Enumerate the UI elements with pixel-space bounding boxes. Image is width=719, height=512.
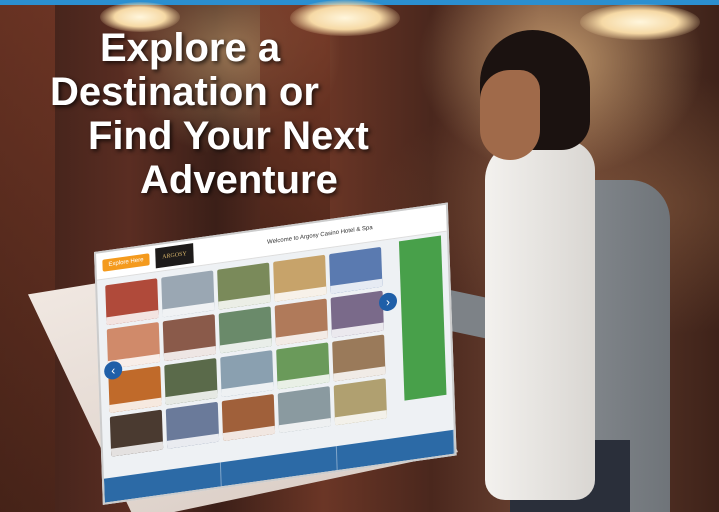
attraction-tile[interactable] xyxy=(165,401,220,449)
attraction-tile[interactable] xyxy=(218,306,273,354)
attraction-tile[interactable] xyxy=(273,254,327,302)
headline-line: Adventure xyxy=(140,158,338,202)
woman-figure xyxy=(407,30,670,512)
photo-scene: Explore a Destination or Find Your Next … xyxy=(0,0,719,512)
attraction-tile[interactable] xyxy=(221,393,276,442)
attraction-tile[interactable] xyxy=(333,378,388,426)
argosy-logo: ARGOSY xyxy=(155,243,194,269)
attraction-tile[interactable] xyxy=(161,270,215,318)
attraction-tile[interactable] xyxy=(332,334,386,382)
attraction-tile[interactable] xyxy=(277,386,332,434)
attraction-tile[interactable] xyxy=(217,262,271,310)
attraction-tile[interactable] xyxy=(105,278,159,326)
attraction-tile[interactable] xyxy=(330,290,384,338)
attraction-tile[interactable] xyxy=(329,246,383,294)
attraction-tile[interactable] xyxy=(164,357,218,406)
attraction-tile[interactable] xyxy=(220,350,274,398)
scarf xyxy=(485,140,595,500)
headline-line: Destination or xyxy=(50,70,319,114)
touchscreen-kiosk: Explore Here ARGOSY Welcome to Argosy Ca… xyxy=(28,202,458,512)
attraction-tile[interactable] xyxy=(274,298,329,346)
headline-line: Explore a xyxy=(100,26,281,70)
attraction-tile[interactable] xyxy=(276,342,330,390)
headline: Explore a Destination or Find Your Next … xyxy=(40,26,420,202)
kiosk-screen: Explore Here ARGOSY Welcome to Argosy Ca… xyxy=(94,202,457,505)
attraction-tile[interactable] xyxy=(109,409,164,457)
kiosk-sidebar[interactable] xyxy=(398,235,447,401)
explore-here-button[interactable]: Explore Here xyxy=(102,253,150,272)
face xyxy=(480,70,540,160)
attraction-tile[interactable] xyxy=(162,314,217,362)
headline-line: Find Your Next xyxy=(88,114,369,158)
